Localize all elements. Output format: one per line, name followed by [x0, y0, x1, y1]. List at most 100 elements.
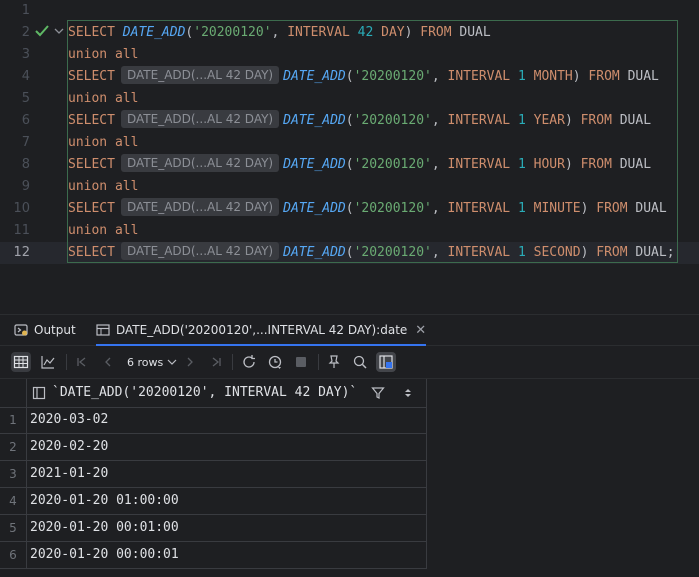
inlay-hint[interactable]: DATE_ADD(...AL 42 DAY): [120, 198, 280, 216]
code-token: ,: [431, 69, 448, 84]
stop-icon[interactable]: [291, 352, 311, 372]
code-token: 1: [517, 69, 526, 84]
inlay-hint[interactable]: DATE_ADD(...AL 42 DAY): [120, 154, 280, 172]
row-number: 3: [9, 467, 17, 481]
code-token: DUAL: [627, 69, 659, 84]
tab-result[interactable]: DATE_ADD('20200120',...INTERVAL 42 DAY):…: [96, 315, 427, 346]
code-line[interactable]: 1: [0, 0, 699, 22]
code-text: union all: [68, 220, 138, 242]
code-token: DATE_ADD: [283, 245, 346, 260]
code-token: DATE_ADD: [283, 201, 346, 216]
column-header-label: `DATE_ADD('20200120', INTERVAL 42 DAY)`: [52, 385, 358, 400]
code-token: (: [345, 245, 354, 260]
search-icon[interactable]: [350, 352, 370, 372]
prev-page-icon[interactable]: [98, 352, 118, 372]
table-cell[interactable]: 2020-01-20 01:00:00: [30, 488, 179, 514]
tab-output[interactable]: Output: [14, 315, 76, 345]
code-text: SELECT DATE_ADD(...AL 42 DAY) DATE_ADD('20…: [68, 242, 675, 264]
code-token: ): [580, 245, 597, 260]
table-cell[interactable]: 2020-02-20: [30, 434, 108, 460]
sql-editor[interactable]: 1 2 SELECT DATE_ADD('20200120', INTERVAL 4…: [0, 0, 699, 270]
line-number: 1: [21, 3, 30, 18]
code-token: ,: [431, 113, 448, 128]
tab-output-label: Output: [34, 323, 76, 337]
table-cell[interactable]: 2020-01-20 00:01:00: [30, 515, 179, 541]
last-page-icon[interactable]: [206, 352, 226, 372]
output-layout-icon[interactable]: [376, 352, 396, 372]
code-text: SELECT DATE_ADD(...AL 42 DAY) DATE_ADD('20…: [68, 198, 667, 220]
close-tab-icon[interactable]: ✕: [415, 323, 426, 338]
table-cell[interactable]: 2020-03-02: [30, 407, 108, 433]
code-token: ,: [431, 201, 448, 216]
sort-icon[interactable]: [403, 387, 413, 399]
code-token: DAY: [373, 25, 405, 40]
tab-result-label: DATE_ADD('20200120',...INTERVAL 42 DAY):…: [116, 323, 408, 337]
code-token: INTERVAL: [447, 201, 518, 216]
code-line[interactable]: 10 SELECT DATE_ADD(...AL 42 DAY) DATE_ADD('…: [0, 198, 699, 220]
pin-icon[interactable]: [324, 352, 344, 372]
code-token: (: [345, 69, 354, 84]
first-page-icon[interactable]: [72, 352, 92, 372]
table-cell[interactable]: 2020-01-20 00:00:01: [30, 542, 179, 568]
line-number: 12: [13, 245, 30, 260]
code-line[interactable]: 3 union all: [0, 44, 699, 66]
code-text: union all: [68, 176, 138, 198]
result-toolbar: 6 rows: [0, 346, 699, 379]
line-number: 11: [13, 223, 30, 238]
code-text: union all: [68, 44, 138, 66]
next-page-icon[interactable]: [180, 352, 200, 372]
history-icon[interactable]: [265, 352, 285, 372]
column-header[interactable]: `DATE_ADD('20200120', INTERVAL 42 DAY)`: [0, 379, 426, 408]
line-number: 7: [21, 135, 30, 150]
code-line[interactable]: 6 SELECT DATE_ADD(...AL 42 DAY) DATE_ADD('2…: [0, 110, 699, 132]
filter-icon[interactable]: [371, 386, 385, 400]
services-tool-window: Output DATE_ADD('20200120',...INTERVAL 4…: [0, 314, 699, 577]
rows-dropdown[interactable]: 6 rows: [127, 352, 177, 372]
code-token: SELECT: [68, 113, 115, 128]
code-text: union all: [68, 88, 138, 110]
table-row[interactable]: 5 2020-01-20 00:01:00: [0, 515, 426, 542]
code-text: SELECT DATE_ADD(...AL 42 DAY) DATE_ADD('20…: [68, 154, 651, 176]
code-token: '20200120': [353, 113, 432, 128]
table-row[interactable]: 3 2021-01-20: [0, 461, 426, 488]
code-line[interactable]: 12 SELECT DATE_ADD(...AL 42 DAY) DATE_ADD('…: [0, 242, 699, 264]
code-token: 1: [517, 113, 526, 128]
table-row[interactable]: 4 2020-01-20 01:00:00: [0, 488, 426, 515]
table-row[interactable]: 6 2020-01-20 00:00:01: [0, 542, 426, 569]
code-token: SELECT: [68, 245, 115, 260]
code-line[interactable]: 5 union all: [0, 88, 699, 110]
code-token: 42: [357, 25, 374, 40]
inlay-hint[interactable]: DATE_ADD(...AL 42 DAY): [120, 66, 280, 84]
code-token: (: [345, 113, 354, 128]
code-line[interactable]: 11 union all: [0, 220, 699, 242]
table-row[interactable]: 1 2020-03-02: [0, 407, 426, 434]
inlay-hint[interactable]: DATE_ADD(...AL 42 DAY): [120, 242, 280, 260]
code-text: union all: [68, 132, 138, 154]
code-line[interactable]: 7 union all: [0, 132, 699, 154]
fold-chevron-icon[interactable]: [54, 27, 64, 35]
code-token: (: [345, 201, 354, 216]
code-token: '20200120': [353, 245, 432, 260]
tool-tabs: Output DATE_ADD('20200120',...INTERVAL 4…: [0, 315, 699, 346]
chart-icon[interactable]: [38, 352, 58, 372]
chevron-down-icon: [167, 359, 177, 365]
code-line[interactable]: 4 SELECT DATE_ADD(...AL 42 DAY) DATE_ADD('2…: [0, 66, 699, 88]
code-token: DUAL: [619, 157, 652, 172]
table-icon: [96, 324, 110, 336]
code-line[interactable]: 8 SELECT DATE_ADD(...AL 42 DAY) DATE_ADD('2…: [0, 154, 699, 176]
code-token: DUAL: [635, 245, 667, 260]
code-line[interactable]: 9 union all: [0, 176, 699, 198]
code-token: FROM: [580, 113, 620, 128]
table-view-icon[interactable]: [11, 352, 31, 372]
refresh-icon[interactable]: [239, 352, 259, 372]
code-token: INTERVAL: [447, 245, 518, 260]
code-token: 1: [517, 201, 526, 216]
code-token: INTERVAL: [447, 113, 518, 128]
table-cell[interactable]: 2021-01-20: [30, 461, 108, 487]
code-token: ): [404, 25, 421, 40]
code-token: MONTH: [525, 69, 573, 84]
table-row[interactable]: 2 2020-02-20: [0, 434, 426, 461]
code-line[interactable]: 2 SELECT DATE_ADD('20200120', INTERVAL 42…: [0, 22, 699, 44]
inlay-hint[interactable]: DATE_ADD(...AL 42 DAY): [120, 110, 280, 128]
code-text: SELECT DATE_ADD(...AL 42 DAY) DATE_ADD('20…: [68, 66, 659, 88]
